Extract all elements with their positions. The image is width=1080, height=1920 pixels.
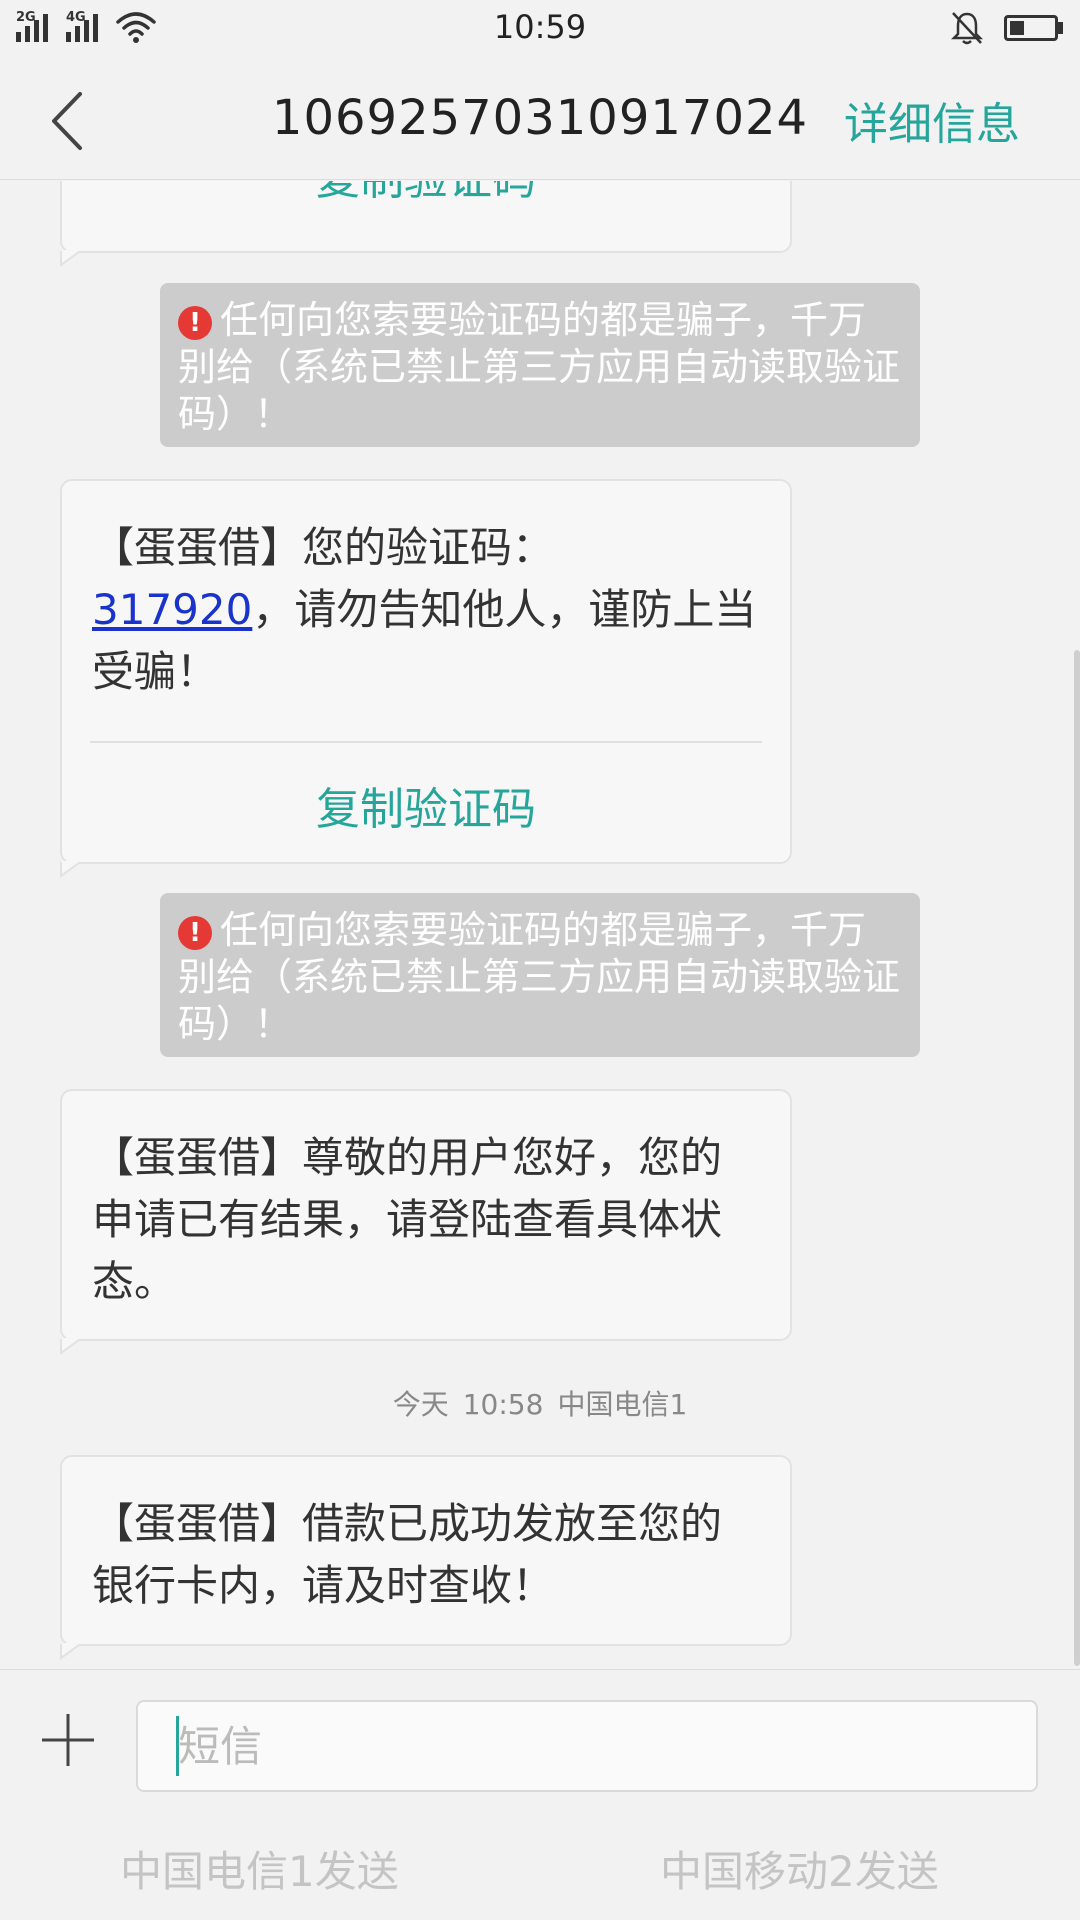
scrollbar[interactable] <box>1074 650 1080 1666</box>
battery-tip <box>1058 22 1063 34</box>
message-list[interactable]: 复制验证码 !任何向您索要验证码的都是骗子，千万别给（系统已禁止第三方应用自动读… <box>0 181 1080 1669</box>
message-input[interactable] <box>136 1700 1038 1792</box>
security-warning: ! 任何向您索要验证码的都是骗子，千万别给（系统已禁止第三方应用自动读取验证码）！ <box>160 283 920 447</box>
message-timestamp: 今天 10:58 中国电信1 <box>392 1388 688 1421</box>
message-text: 【蛋蛋借】借款已成功发放至您的银行卡内，请及时查收！ <box>92 1499 723 1610</box>
copy-code-button[interactable]: 复制验证码 <box>62 181 790 241</box>
copy-code-button[interactable]: 复制验证码 <box>62 743 790 871</box>
alert-icon: ! <box>178 916 212 950</box>
warning-text: 任何向您索要验证码的都是骗子，千万别给（系统已禁止第三方应用自动读取验证码）！ <box>178 298 901 436</box>
details-button[interactable]: 详细信息 <box>844 88 1020 152</box>
conversation-header: 10692570310917024 详细信息 <box>0 60 1080 180</box>
composer: 中国电信1发送 中国移动2发送 <box>0 1669 1080 1920</box>
verification-code-link[interactable]: 317920 <box>92 585 252 634</box>
send-sim2-button[interactable]: 中国移动2发送 <box>660 1838 939 1899</box>
message-bubble: 【蛋蛋借】借款已成功发放至您的银行卡内，请及时查收！ <box>60 1455 792 1660</box>
message-text: 【蛋蛋借】您的验证码： 317920，请勿告知他人，谨防上当受骗！ <box>92 523 757 696</box>
send-sim1-button[interactable]: 中国电信1发送 <box>120 1838 399 1899</box>
message-bubble-partial: 复制验证码 <box>60 181 792 267</box>
security-warning: ! 任何向您索要验证码的都是骗子，千万别给（系统已禁止第三方应用自动读取验证码）！ <box>160 893 920 1057</box>
bell-muted-icon <box>950 12 984 45</box>
plus-icon[interactable] <box>38 1710 98 1770</box>
alert-icon: ! <box>178 306 212 340</box>
message-bubble-verification: 【蛋蛋借】您的验证码： 317920，请勿告知他人，谨防上当受骗！ 复制验证码 <box>60 479 792 878</box>
text-cursor <box>176 1716 179 1776</box>
battery-icon <box>1004 15 1058 41</box>
warning-text: 任何向您索要验证码的都是骗子，千万别给（系统已禁止第三方应用自动读取验证码）！ <box>178 908 901 1046</box>
status-bar: 2G 4G 10:59 <box>0 0 1080 60</box>
message-text: 【蛋蛋借】尊敬的用户您好，您的申请已有结果，请登陆查看具体状态。 <box>92 1133 723 1306</box>
message-bubble: 【蛋蛋借】尊敬的用户您好，您的申请已有结果，请登陆查看具体状态。 <box>60 1089 792 1355</box>
status-time: 10:59 <box>493 8 587 46</box>
